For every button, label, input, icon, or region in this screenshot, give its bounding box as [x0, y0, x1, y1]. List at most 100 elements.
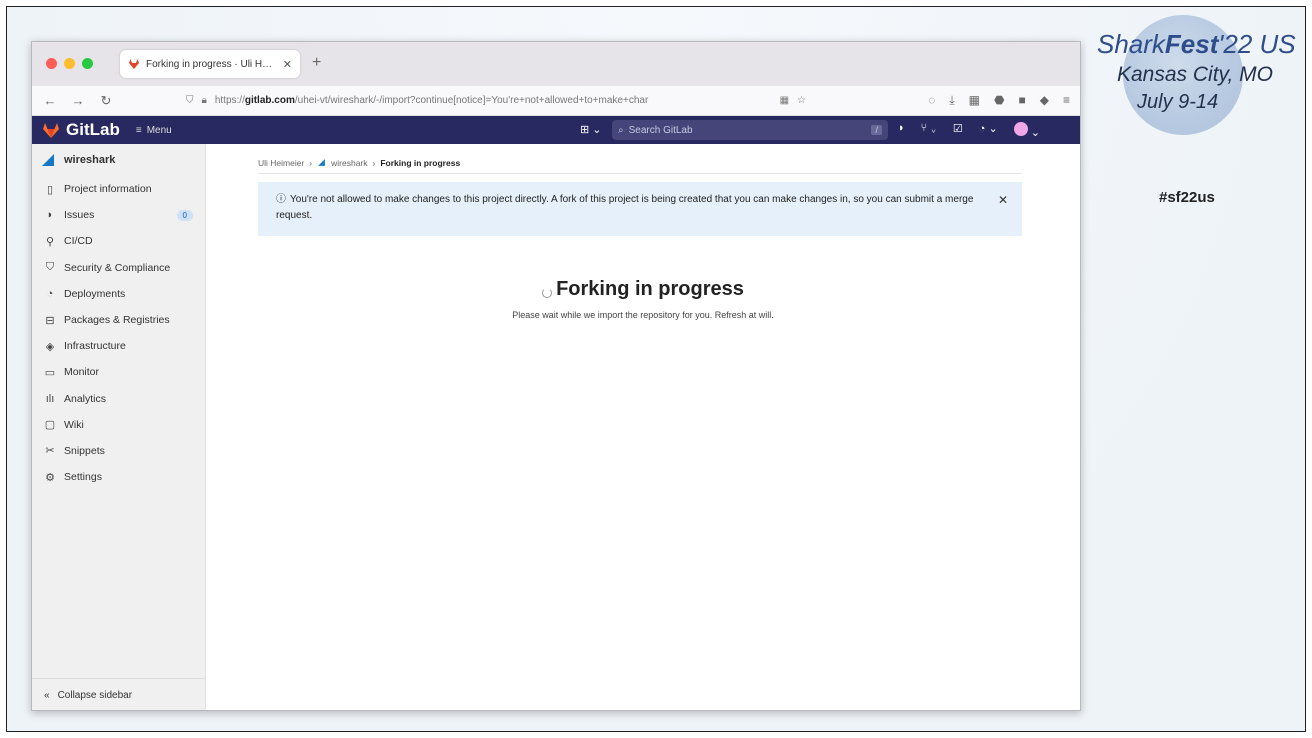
browser-tab[interactable]: Forking in progress · Uli Hellme ✕	[120, 50, 300, 78]
hamburger-icon: ≡	[135, 124, 142, 136]
browser-toolbar: ◌ ⤓ ▦ ⬣ ■ ◆ ≡	[928, 93, 1070, 108]
create-new-icon[interactable]: ⊞ ⌄	[580, 123, 602, 136]
sidebar-project-header[interactable]: wireshark	[32, 144, 205, 176]
sidebar-item-ci-cd[interactable]: ⚲ CI/CD	[32, 228, 205, 254]
menu-label: Menu	[146, 124, 172, 136]
todo-icon[interactable]: ☑	[953, 122, 963, 139]
gitlab-header: GitLab ≡ Menu ⊞ ⌄ ⌕ Search GitLab / ◗ ⑂ …	[32, 116, 1080, 144]
tab-bar: Forking in progress · Uli Hellme ✕ +	[32, 42, 1080, 86]
loading-spinner-icon	[542, 288, 553, 298]
search-placeholder: Search GitLab	[628, 124, 693, 136]
deployments-icon: ◔	[46, 287, 54, 300]
sidebar-item-issues[interactable]: ◗ Issues 0	[32, 202, 205, 228]
event-title: SharkFest'22 US	[1097, 29, 1296, 59]
issues-icon: ◗	[46, 209, 54, 222]
sidebar-item-wiki[interactable]: ▢ Wiki	[32, 412, 205, 438]
menu-button[interactable]: ≡ Menu	[136, 125, 172, 136]
close-window-button[interactable]	[46, 58, 57, 69]
sidebar-item-label: Wiki	[64, 418, 84, 431]
package-icon: ⊟	[45, 314, 55, 327]
gear-icon: ⚙	[45, 471, 55, 484]
browser-window: Forking in progress · Uli Hellme ✕ + ← →…	[31, 41, 1081, 711]
info-alert: ⓘ You're not allowed to make changes to t…	[258, 182, 1022, 236]
minimize-window-button[interactable]	[64, 58, 75, 69]
sidebar-item-monitor[interactable]: ▭ Monitor	[32, 359, 205, 385]
sidebar-item-label: Analytics	[64, 392, 107, 405]
page-title-text: Forking in progress	[556, 278, 744, 300]
help-icon[interactable]: ◔ ⌄	[979, 122, 998, 139]
wireshark-project-icon	[42, 154, 54, 166]
sidebar-item-infrastructure[interactable]: ◈ Infrastructure	[32, 333, 205, 359]
sidebar-item-settings[interactable]: ⚙ Settings	[32, 464, 205, 490]
scissors-icon: ✂	[45, 445, 55, 458]
shield-icon: ⛉	[186, 95, 194, 106]
extensions-icon[interactable]: ▦	[780, 95, 789, 106]
sidebar-item-snippets[interactable]: ✂ Snippets	[32, 438, 205, 464]
main-content: Uli Heimeier › wireshark › Forking in pr…	[206, 144, 1080, 710]
sidebar-item-label: Security & Compliance	[64, 261, 171, 274]
sidebar: wireshark ▯ Project information ◗ Issues…	[32, 144, 206, 710]
breadcrumb-user[interactable]: Uli Heimeier	[258, 158, 304, 168]
gitlab-logo[interactable]: GitLab	[42, 120, 120, 140]
bookmark-star-icon[interactable]: ☆	[797, 95, 806, 106]
event-city: Kansas City, MO	[1117, 63, 1273, 86]
container-icon[interactable]: ■	[1019, 93, 1026, 108]
sidebar-item-label: Project information	[64, 183, 152, 196]
chevron-right-icon: ›	[372, 157, 376, 168]
sidebar-item-label: Deployments	[64, 287, 126, 300]
sidebar-item-label: Settings	[64, 471, 102, 484]
gitlab-favicon-icon	[129, 59, 139, 69]
header-actions: ◗ ⑂ ⌄ ☑ ◔ ⌄ ⌄	[898, 122, 1040, 139]
sidebar-item-project-information[interactable]: ▯ Project information	[32, 176, 205, 202]
breadcrumb-project[interactable]: wireshark	[331, 158, 367, 168]
sidebar-item-label: Infrastructure	[64, 340, 126, 353]
sidebar-item-packages-registries[interactable]: ⊟ Packages & Registries	[32, 307, 205, 333]
user-avatar[interactable]: ⌄	[1013, 122, 1040, 139]
issues-icon[interactable]: ◗	[898, 122, 905, 139]
sharkfest-branding: SharkFest'22 US Kansas City, MO July 9-1…	[1093, 15, 1303, 151]
search-input[interactable]: ⌕ Search GitLab /	[612, 120, 888, 140]
collapse-sidebar-button[interactable]: « Collapse sidebar	[32, 678, 205, 710]
sidebar-item-label: CI/CD	[64, 235, 93, 248]
sidebar-item-label: Monitor	[64, 366, 100, 379]
sidebar-item-security-compliance[interactable]: ⛉ Security & Compliance	[32, 255, 205, 281]
page-title: Forking in progress	[206, 278, 1080, 301]
monitor-icon: ▭	[44, 366, 56, 379]
page-body: wireshark ▯ Project information ◗ Issues…	[32, 144, 1080, 710]
grid-extension-icon[interactable]: ▦	[969, 93, 980, 108]
tab-title: Forking in progress · Uli Hellme	[146, 58, 277, 70]
page-subtitle: Please wait while we import the reposito…	[512, 310, 774, 320]
extension-icon[interactable]: ◆	[1040, 93, 1049, 108]
reload-button[interactable]: ↻	[98, 93, 114, 109]
sidebar-item-label: Snippets	[64, 444, 105, 457]
cloud-icon: ◈	[45, 340, 55, 353]
project-name: wireshark	[64, 154, 116, 166]
breadcrumb-current[interactable]: Forking in progress	[380, 158, 460, 168]
shield-icon: ⛉	[45, 261, 55, 274]
new-tab-button[interactable]: +	[312, 54, 321, 72]
back-button[interactable]: ←	[42, 93, 58, 108]
hamburger-menu-icon[interactable]: ≡	[1063, 93, 1070, 108]
download-icon[interactable]: ⤓	[949, 93, 954, 108]
rocket-icon: ⚲	[45, 235, 55, 248]
maximize-window-button[interactable]	[82, 58, 93, 69]
chevron-right-icon: ›	[309, 157, 313, 168]
gitlab-tanuki-icon	[43, 122, 59, 138]
double-chevron-left-icon: «	[44, 690, 50, 701]
privacy-icon[interactable]: ⬣	[994, 93, 1004, 108]
dismiss-alert-icon[interactable]: ✕	[998, 192, 1008, 208]
tab-close-icon[interactable]: ✕	[283, 58, 292, 71]
collapse-sidebar-label: Collapse sidebar	[57, 690, 133, 701]
forward-button[interactable]: →	[70, 93, 86, 108]
window-controls	[46, 58, 93, 69]
pocket-icon[interactable]: ◌	[928, 93, 935, 108]
merge-requests-icon[interactable]: ⑂ ⌄	[921, 122, 937, 139]
wireshark-project-icon	[318, 159, 326, 166]
sidebar-item-analytics[interactable]: ılı Analytics	[32, 386, 205, 412]
search-shortcut-hint: /	[871, 125, 882, 135]
navigation-bar: ← → ↻ ⛉ 🔒︎ https://gitlab.com/uhei-vt/wi…	[32, 86, 1080, 116]
event-hashtag: #sf22us	[1159, 189, 1215, 206]
url-bar[interactable]: ⛉ 🔒︎ https://gitlab.com/uhei-vt/wireshar…	[186, 90, 806, 112]
gitlab-brand-text: GitLab	[66, 120, 120, 139]
sidebar-item-deployments[interactable]: ◔ Deployments	[32, 281, 205, 307]
